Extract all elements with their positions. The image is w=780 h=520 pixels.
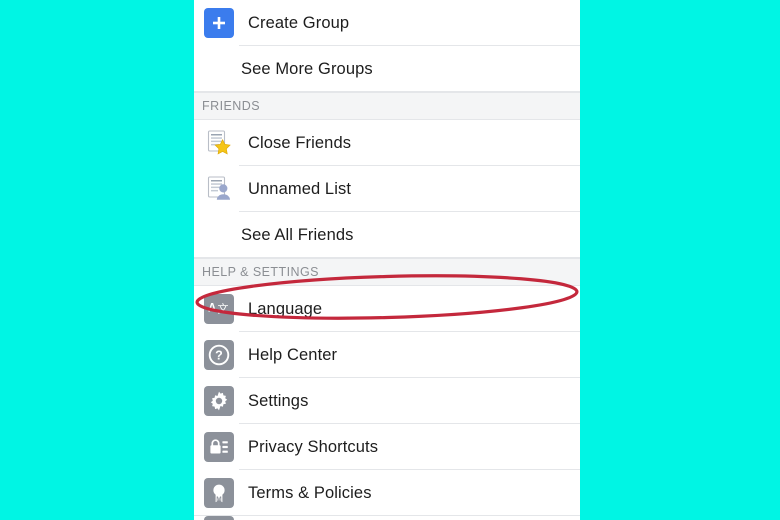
translate-icon: A 文 bbox=[204, 294, 234, 324]
gear-icon bbox=[204, 386, 234, 416]
menu-item-terms-and-policies[interactable]: M Terms & Policies bbox=[194, 470, 580, 516]
menu-item-label: Terms & Policies bbox=[248, 483, 372, 502]
plus-icon bbox=[204, 8, 234, 38]
section-header-help-and-settings: HELP & SETTINGS bbox=[194, 258, 580, 286]
svg-text:?: ? bbox=[215, 349, 223, 363]
screenshot-canvas: Create Group See More Groups FRIENDS Clo… bbox=[0, 0, 780, 520]
menu-item-label: See More Groups bbox=[241, 59, 373, 78]
list-person-icon bbox=[204, 174, 234, 204]
list-star-icon bbox=[204, 128, 234, 158]
svg-text:文: 文 bbox=[218, 302, 229, 316]
svg-text:A: A bbox=[208, 303, 216, 315]
section-header-label: HELP & SETTINGS bbox=[202, 265, 319, 279]
menu-item-create-group[interactable]: Create Group bbox=[194, 0, 580, 46]
section-header-friends: FRIENDS bbox=[194, 92, 580, 120]
menu-item-language[interactable]: A 文 Language bbox=[194, 286, 580, 332]
menu-item-partial-bottom[interactable] bbox=[194, 516, 580, 520]
ribbon-badge-icon: M bbox=[204, 478, 234, 508]
menu-item-unnamed-list[interactable]: Unnamed List bbox=[194, 166, 580, 212]
question-mark-icon: ? bbox=[204, 340, 234, 370]
menu-item-close-friends[interactable]: Close Friends bbox=[194, 120, 580, 166]
menu-item-label: Create Group bbox=[248, 13, 350, 32]
menu-item-label: Privacy Shortcuts bbox=[248, 437, 379, 456]
menu-item-label: Help Center bbox=[248, 345, 338, 364]
menu-item-see-more-groups[interactable]: See More Groups bbox=[194, 46, 580, 92]
lock-list-icon bbox=[204, 432, 234, 462]
menu-item-label: Language bbox=[248, 299, 323, 318]
facebook-menu-panel: Create Group See More Groups FRIENDS Clo… bbox=[194, 0, 580, 520]
partial-icon bbox=[204, 516, 234, 520]
menu-item-label: Unnamed List bbox=[248, 179, 352, 198]
menu-item-label: Close Friends bbox=[248, 133, 352, 152]
section-header-label: FRIENDS bbox=[202, 99, 261, 113]
menu-item-privacy-shortcuts[interactable]: Privacy Shortcuts bbox=[194, 424, 580, 470]
menu-item-label: Settings bbox=[248, 391, 309, 410]
menu-item-settings[interactable]: Settings bbox=[194, 378, 580, 424]
menu-item-see-all-friends[interactable]: See All Friends bbox=[194, 212, 580, 258]
svg-text:M: M bbox=[216, 496, 221, 503]
menu-item-label: See All Friends bbox=[241, 225, 354, 244]
menu-list: Create Group See More Groups FRIENDS Clo… bbox=[194, 0, 580, 520]
menu-item-help-center[interactable]: ? Help Center bbox=[194, 332, 580, 378]
